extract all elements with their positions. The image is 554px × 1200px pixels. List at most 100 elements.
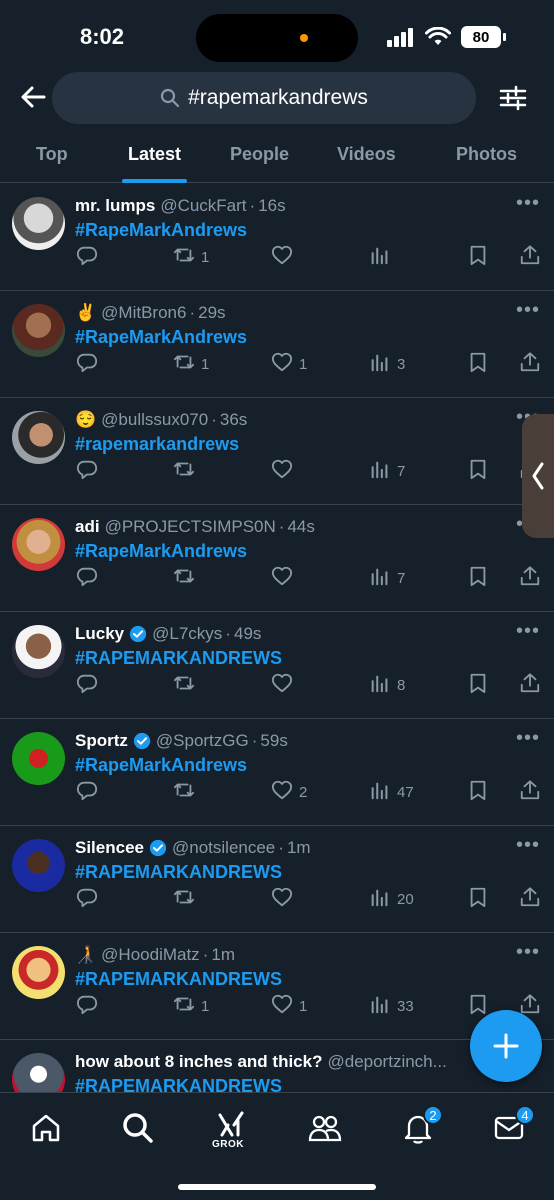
reply-button[interactable]: [76, 351, 98, 377]
bookmark-button[interactable]: [467, 886, 489, 912]
repost-button[interactable]: 1: [173, 244, 209, 270]
tweet-hashtag-link[interactable]: #RAPEMARKANDREWS: [75, 969, 282, 990]
nav-grok[interactable]: GROK: [212, 1111, 248, 1150]
tweet-hashtag-link[interactable]: #RAPEMARKANDREWS: [75, 648, 282, 669]
back-arrow-icon[interactable]: [18, 82, 48, 112]
nav-home[interactable]: [29, 1111, 63, 1145]
nav-search[interactable]: [121, 1111, 155, 1145]
author-name[interactable]: ✌️: [75, 303, 96, 323]
tweet-row[interactable]: 🧑‍🦯 @HoodiMatz · 1m ••• #RAPEMARKANDREWS 1 1 33: [0, 933, 554, 1040]
author-name[interactable]: mr. lumps: [75, 196, 155, 216]
tweet-hashtag-link[interactable]: #RapeMarkAndrews: [75, 541, 247, 562]
repost-button[interactable]: [173, 886, 201, 912]
more-options-icon[interactable]: •••: [516, 941, 540, 964]
tweet-hashtag-link[interactable]: #rapemarkandrews: [75, 434, 239, 455]
compose-post-button[interactable]: [470, 1010, 542, 1082]
reply-button[interactable]: [76, 458, 98, 484]
tab-videos[interactable]: Videos: [337, 144, 396, 165]
more-options-icon[interactable]: •••: [516, 620, 540, 643]
views-button[interactable]: [369, 244, 397, 270]
nav-notifications[interactable]: 2: [401, 1105, 443, 1145]
repost-button[interactable]: [173, 672, 201, 698]
reply-button[interactable]: [76, 779, 98, 805]
repost-button[interactable]: 1: [173, 993, 209, 1019]
like-button[interactable]: [271, 886, 299, 912]
author-handle[interactable]: @PROJECTSIMPS0N: [105, 517, 276, 537]
like-button[interactable]: [271, 565, 299, 591]
search-input[interactable]: #rapemarkandrews: [52, 72, 476, 124]
repost-button[interactable]: [173, 565, 201, 591]
nav-communities[interactable]: [308, 1111, 342, 1145]
tab-photos[interactable]: Photos: [456, 144, 517, 165]
nav-messages[interactable]: 4: [493, 1105, 535, 1145]
more-options-icon[interactable]: •••: [516, 727, 540, 750]
author-handle[interactable]: @SportzGG: [156, 731, 249, 751]
views-button[interactable]: 7: [369, 565, 405, 591]
views-button[interactable]: 8: [369, 672, 405, 698]
like-button[interactable]: 1: [271, 993, 307, 1019]
avatar[interactable]: [12, 304, 65, 357]
tweet-row[interactable]: adi@PROJECTSIMPS0N·44s•••#RapeMarkAndrew…: [0, 505, 554, 612]
tweet-hashtag-link[interactable]: #RAPEMARKANDREWS: [75, 862, 282, 883]
author-name[interactable]: Sportz: [75, 731, 128, 751]
share-button[interactable]: [519, 779, 541, 805]
avatar[interactable]: [12, 946, 65, 999]
bookmark-button[interactable]: [467, 672, 489, 698]
like-button[interactable]: [271, 244, 299, 270]
views-button[interactable]: 47: [369, 779, 414, 805]
views-button[interactable]: 20: [369, 886, 414, 912]
like-button[interactable]: [271, 672, 299, 698]
share-button[interactable]: [519, 351, 541, 377]
author-handle[interactable]: @notsilencee: [172, 838, 275, 858]
author-name[interactable]: Lucky: [75, 624, 124, 644]
tab-people[interactable]: People: [230, 144, 289, 165]
author-name[interactable]: 🧑‍🦯: [75, 945, 96, 965]
author-name[interactable]: 😌: [75, 410, 96, 430]
author-name[interactable]: how about 8 inches and thick?: [75, 1052, 322, 1072]
avatar[interactable]: [12, 732, 65, 785]
share-button[interactable]: [519, 886, 541, 912]
more-options-icon[interactable]: •••: [516, 299, 540, 322]
author-handle[interactable]: @deportzinch...: [327, 1052, 446, 1072]
author-handle[interactable]: @CuckFart: [160, 196, 246, 216]
more-options-icon[interactable]: •••: [516, 834, 540, 857]
views-button[interactable]: 3: [369, 351, 405, 377]
author-handle[interactable]: @HoodiMatz: [101, 945, 200, 965]
share-button[interactable]: [519, 672, 541, 698]
author-name[interactable]: Silencee: [75, 838, 144, 858]
repost-button[interactable]: 1: [173, 351, 209, 377]
avatar[interactable]: [12, 411, 65, 464]
tweet-hashtag-link[interactable]: #RapeMarkAndrews: [75, 755, 247, 776]
tweet-row[interactable]: Silencee @notsilencee · 1m ••• #RAPEMARKANDRE…: [0, 826, 554, 933]
bookmark-button[interactable]: [467, 244, 489, 270]
repost-button[interactable]: [173, 779, 201, 805]
author-handle[interactable]: @bullssux070: [101, 410, 208, 430]
search-filter-icon[interactable]: [498, 83, 528, 113]
like-button[interactable]: 1: [271, 351, 307, 377]
reply-button[interactable]: [76, 565, 98, 591]
reply-button[interactable]: [76, 244, 98, 270]
avatar[interactable]: [12, 625, 65, 678]
tweet-row[interactable]: 😌@bullssux070·36s•••#rapemarkandrews7: [0, 398, 554, 505]
repost-button[interactable]: [173, 458, 201, 484]
tab-top[interactable]: Top: [36, 144, 68, 165]
bookmark-button[interactable]: [467, 565, 489, 591]
share-button[interactable]: [519, 565, 541, 591]
more-options-icon[interactable]: •••: [516, 192, 540, 215]
bookmark-button[interactable]: [467, 351, 489, 377]
reply-button[interactable]: [76, 993, 98, 1019]
reply-button[interactable]: [76, 672, 98, 698]
like-button[interactable]: 2: [271, 779, 307, 805]
views-button[interactable]: 33: [369, 993, 414, 1019]
share-button[interactable]: [519, 244, 541, 270]
like-button[interactable]: [271, 458, 299, 484]
tab-latest[interactable]: Latest: [128, 144, 181, 165]
views-button[interactable]: 7: [369, 458, 405, 484]
tweet-row[interactable]: ✌️ @MitBron6 · 29s ••• #RapeMarkAndrews 1 1 3: [0, 291, 554, 398]
bookmark-button[interactable]: [467, 458, 489, 484]
tweet-row[interactable]: Lucky @L7ckys · 49s ••• #RAPEMARKANDREWS 8: [0, 612, 554, 719]
tweet-row[interactable]: Sportz @SportzGG · 59s ••• #RapeMarkAndrews 2 4…: [0, 719, 554, 826]
reply-button[interactable]: [76, 886, 98, 912]
avatar[interactable]: [12, 839, 65, 892]
author-handle[interactable]: @MitBron6: [101, 303, 186, 323]
